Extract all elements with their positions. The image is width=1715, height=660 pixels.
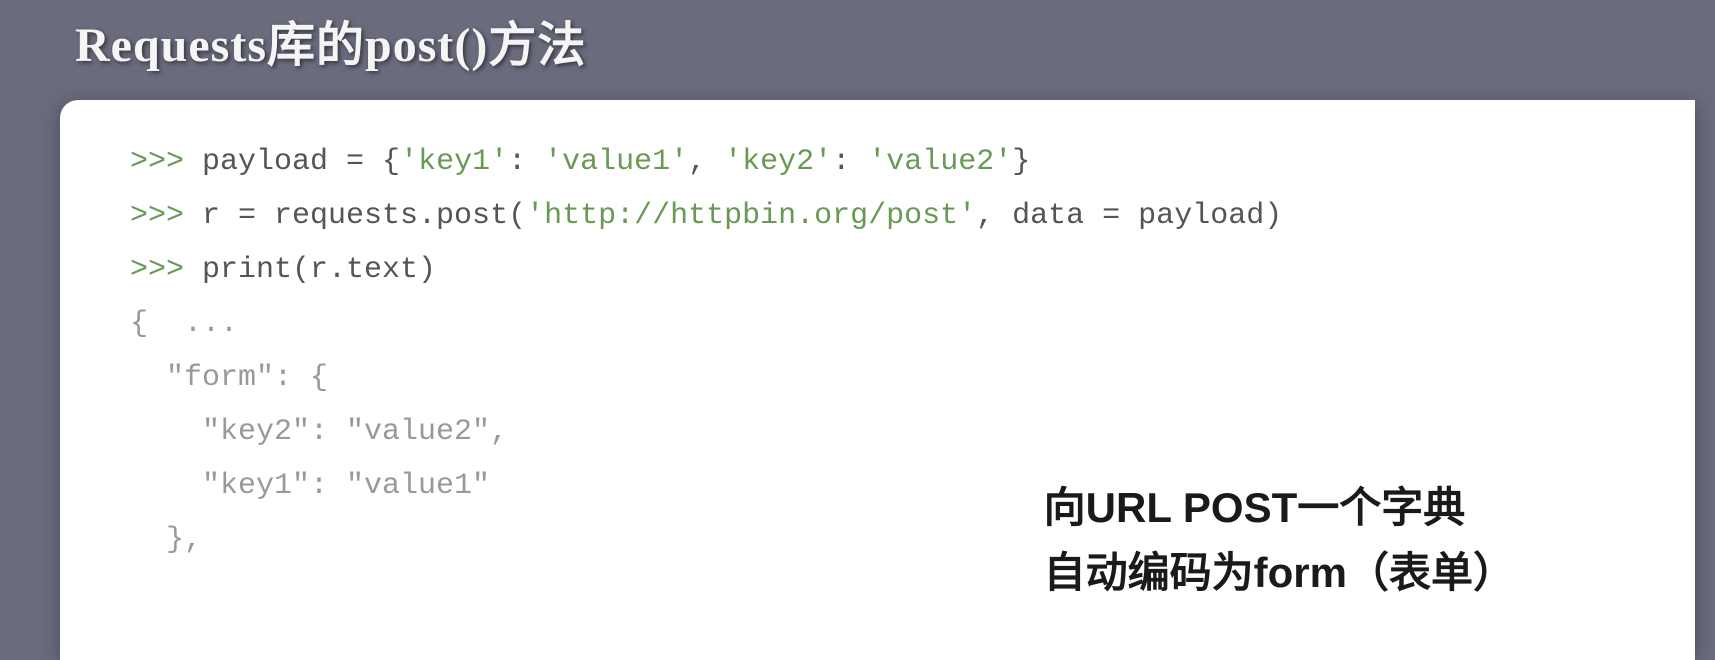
- code-text: }: [1012, 145, 1030, 179]
- annotation-line-1: 向URL POST一个字典: [1044, 475, 1515, 540]
- code-text: :: [508, 145, 544, 179]
- annotation-line-2: 自动编码为form（表单）: [1044, 540, 1515, 605]
- annotation-box: 向URL POST一个字典 自动编码为form（表单）: [1044, 475, 1515, 605]
- output-line-1: { ...: [130, 297, 1625, 351]
- code-line-1: >>> payload = {'key1': 'value1', 'key2':…: [130, 135, 1625, 189]
- prompt: >>>: [130, 145, 202, 179]
- code-text: payload = {: [202, 145, 400, 179]
- code-text: ,: [688, 145, 724, 179]
- output-line-2: "form": {: [130, 351, 1625, 405]
- prompt: >>>: [130, 253, 202, 287]
- code-line-2: >>> r = requests.post('http://httpbin.or…: [130, 189, 1625, 243]
- code-string: 'key1': [400, 145, 508, 179]
- code-text: print(r.text): [202, 253, 436, 287]
- slide-title: Requests库的post()方法: [0, 0, 1715, 75]
- code-panel: >>> payload = {'key1': 'value1', 'key2':…: [60, 100, 1695, 660]
- code-string: 'value2': [868, 145, 1012, 179]
- code-text: r = requests.post(: [202, 199, 526, 233]
- code-string: 'value1': [544, 145, 688, 179]
- code-text: :: [832, 145, 868, 179]
- code-line-3: >>> print(r.text): [130, 243, 1625, 297]
- prompt: >>>: [130, 199, 202, 233]
- code-string: 'key2': [724, 145, 832, 179]
- code-string: 'http://httpbin.org/post': [526, 199, 976, 233]
- output-line-3: "key2": "value2",: [130, 405, 1625, 459]
- code-text: , data = payload): [976, 199, 1282, 233]
